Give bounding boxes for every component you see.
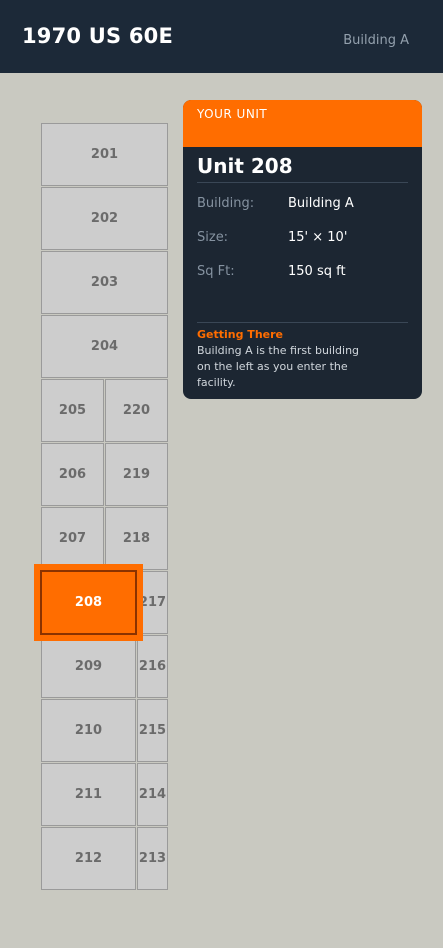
unit-210[interactable]: 210	[41, 699, 136, 762]
unit-202[interactable]: 202	[41, 187, 168, 250]
unit-217[interactable]: 217	[137, 571, 168, 634]
unit-203[interactable]: 203	[41, 251, 168, 314]
unit-215[interactable]: 215	[137, 699, 168, 762]
unit-220[interactable]: 220	[105, 379, 168, 442]
unit-name: Unit 208	[197, 154, 293, 178]
divider	[197, 322, 408, 323]
divider	[197, 182, 408, 183]
unit-214[interactable]: 214	[137, 763, 168, 826]
directions-title: Getting There	[197, 328, 283, 341]
unit-204[interactable]: 204	[41, 315, 168, 378]
size-row-value: 15' × 10'	[288, 230, 348, 245]
unit-208-selected[interactable]: 208	[40, 570, 137, 635]
sqft-row-value: 150 sq ft	[288, 264, 346, 279]
sqft-row-label: Sq Ft:	[197, 264, 235, 279]
size-row-label: Size:	[197, 230, 229, 245]
unit-219[interactable]: 219	[105, 443, 168, 506]
unit-216[interactable]: 216	[137, 635, 168, 698]
card-heading: YOUR UNIT	[197, 107, 268, 121]
unit-201[interactable]: 201	[41, 123, 168, 186]
unit-206[interactable]: 206	[41, 443, 104, 506]
unit-213[interactable]: 213	[137, 827, 168, 890]
facility-title: 1970 US 60E	[22, 24, 174, 48]
directions-text: Building A is the first building on the …	[197, 344, 360, 389]
building-row-label: Building:	[197, 196, 255, 211]
unit-205[interactable]: 205	[41, 379, 104, 442]
unit-info-card: YOUR UNIT Unit 208 Building: Building A …	[183, 100, 422, 399]
unit-209[interactable]: 209	[41, 635, 136, 698]
unit-212[interactable]: 212	[41, 827, 136, 890]
building-label[interactable]: Building A	[343, 33, 409, 48]
building-row-value: Building A	[288, 196, 354, 211]
unit-218[interactable]: 218	[105, 507, 168, 570]
header-bar: 1970 US 60E Building A	[0, 0, 443, 73]
card-header: YOUR UNIT	[183, 100, 422, 147]
unit-211[interactable]: 211	[41, 763, 136, 826]
unit-207[interactable]: 207	[41, 507, 104, 570]
